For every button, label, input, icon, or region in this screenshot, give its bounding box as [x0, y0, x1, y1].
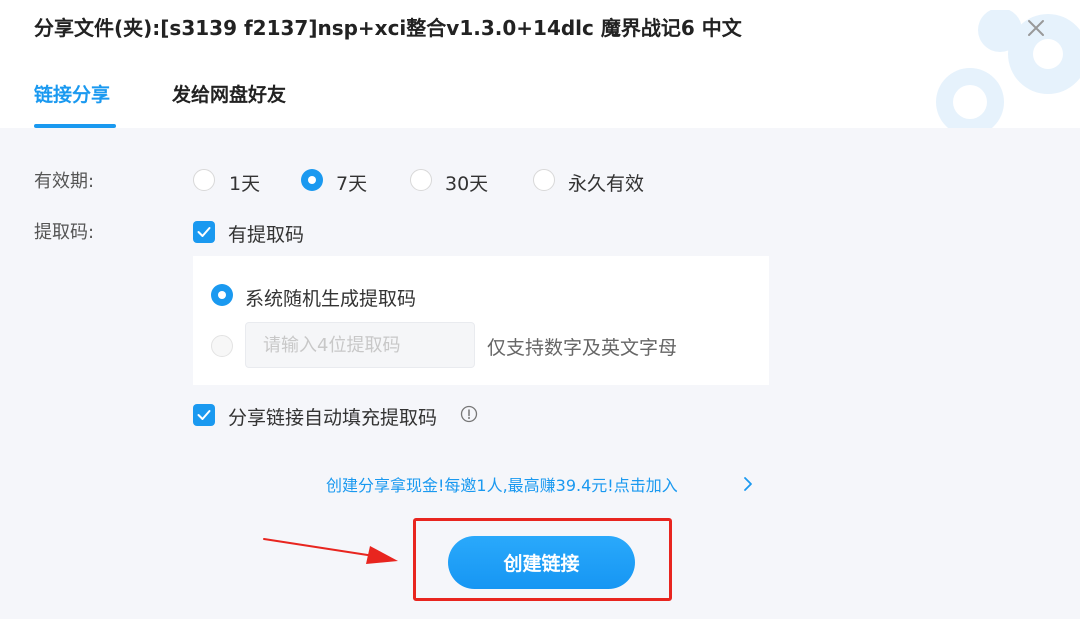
- validity-radio-7days[interactable]: [301, 169, 323, 191]
- validity-label: 有效期:: [34, 171, 95, 192]
- cloud-logo-icon: [936, 10, 1080, 128]
- promo-link[interactable]: 创建分享拿现金!每邀1人,最高赚39.4元!点击加入: [326, 472, 678, 496]
- custom-code-radio[interactable]: [211, 335, 233, 357]
- validity-radio-permanent[interactable]: [533, 169, 555, 191]
- validity-option-permanent-label: 永久有效: [568, 173, 645, 195]
- custom-code-hint: 仅支持数字及英文字母: [487, 337, 678, 359]
- auto-fill-label: 分享链接自动填充提取码: [228, 407, 438, 429]
- tab-send-to-friend[interactable]: 发给网盘好友: [172, 80, 286, 107]
- random-code-label: 系统随机生成提取码: [245, 288, 417, 310]
- has-code-label: 有提取码: [228, 224, 305, 246]
- validity-radio-1day[interactable]: [193, 169, 215, 191]
- info-icon[interactable]: [460, 405, 478, 423]
- validity-radio-30days[interactable]: [410, 169, 432, 191]
- check-icon: [197, 410, 211, 420]
- close-icon[interactable]: [1022, 14, 1050, 42]
- validity-option-1day-label: 1天: [229, 173, 261, 195]
- random-code-radio[interactable]: [211, 284, 233, 306]
- arrow-annotation-icon: [263, 538, 398, 564]
- create-link-button[interactable]: 创建链接: [448, 536, 635, 589]
- auto-fill-checkbox[interactable]: [193, 404, 215, 426]
- custom-code-input[interactable]: [245, 322, 475, 368]
- check-icon: [197, 227, 211, 237]
- validity-option-7days-label: 7天: [336, 173, 368, 195]
- dialog-header: 分享文件(夹):[s3139 f2137]nsp+xci整合v1.3.0+14d…: [0, 0, 1080, 128]
- dialog-title: 分享文件(夹):[s3139 f2137]nsp+xci整合v1.3.0+14d…: [34, 16, 742, 40]
- has-code-checkbox[interactable]: [193, 221, 215, 243]
- extract-code-label: 提取码:: [34, 222, 95, 243]
- chevron-right-icon[interactable]: [742, 476, 754, 492]
- validity-option-30days-label: 30天: [445, 173, 489, 195]
- tab-link-share[interactable]: 链接分享: [34, 80, 110, 107]
